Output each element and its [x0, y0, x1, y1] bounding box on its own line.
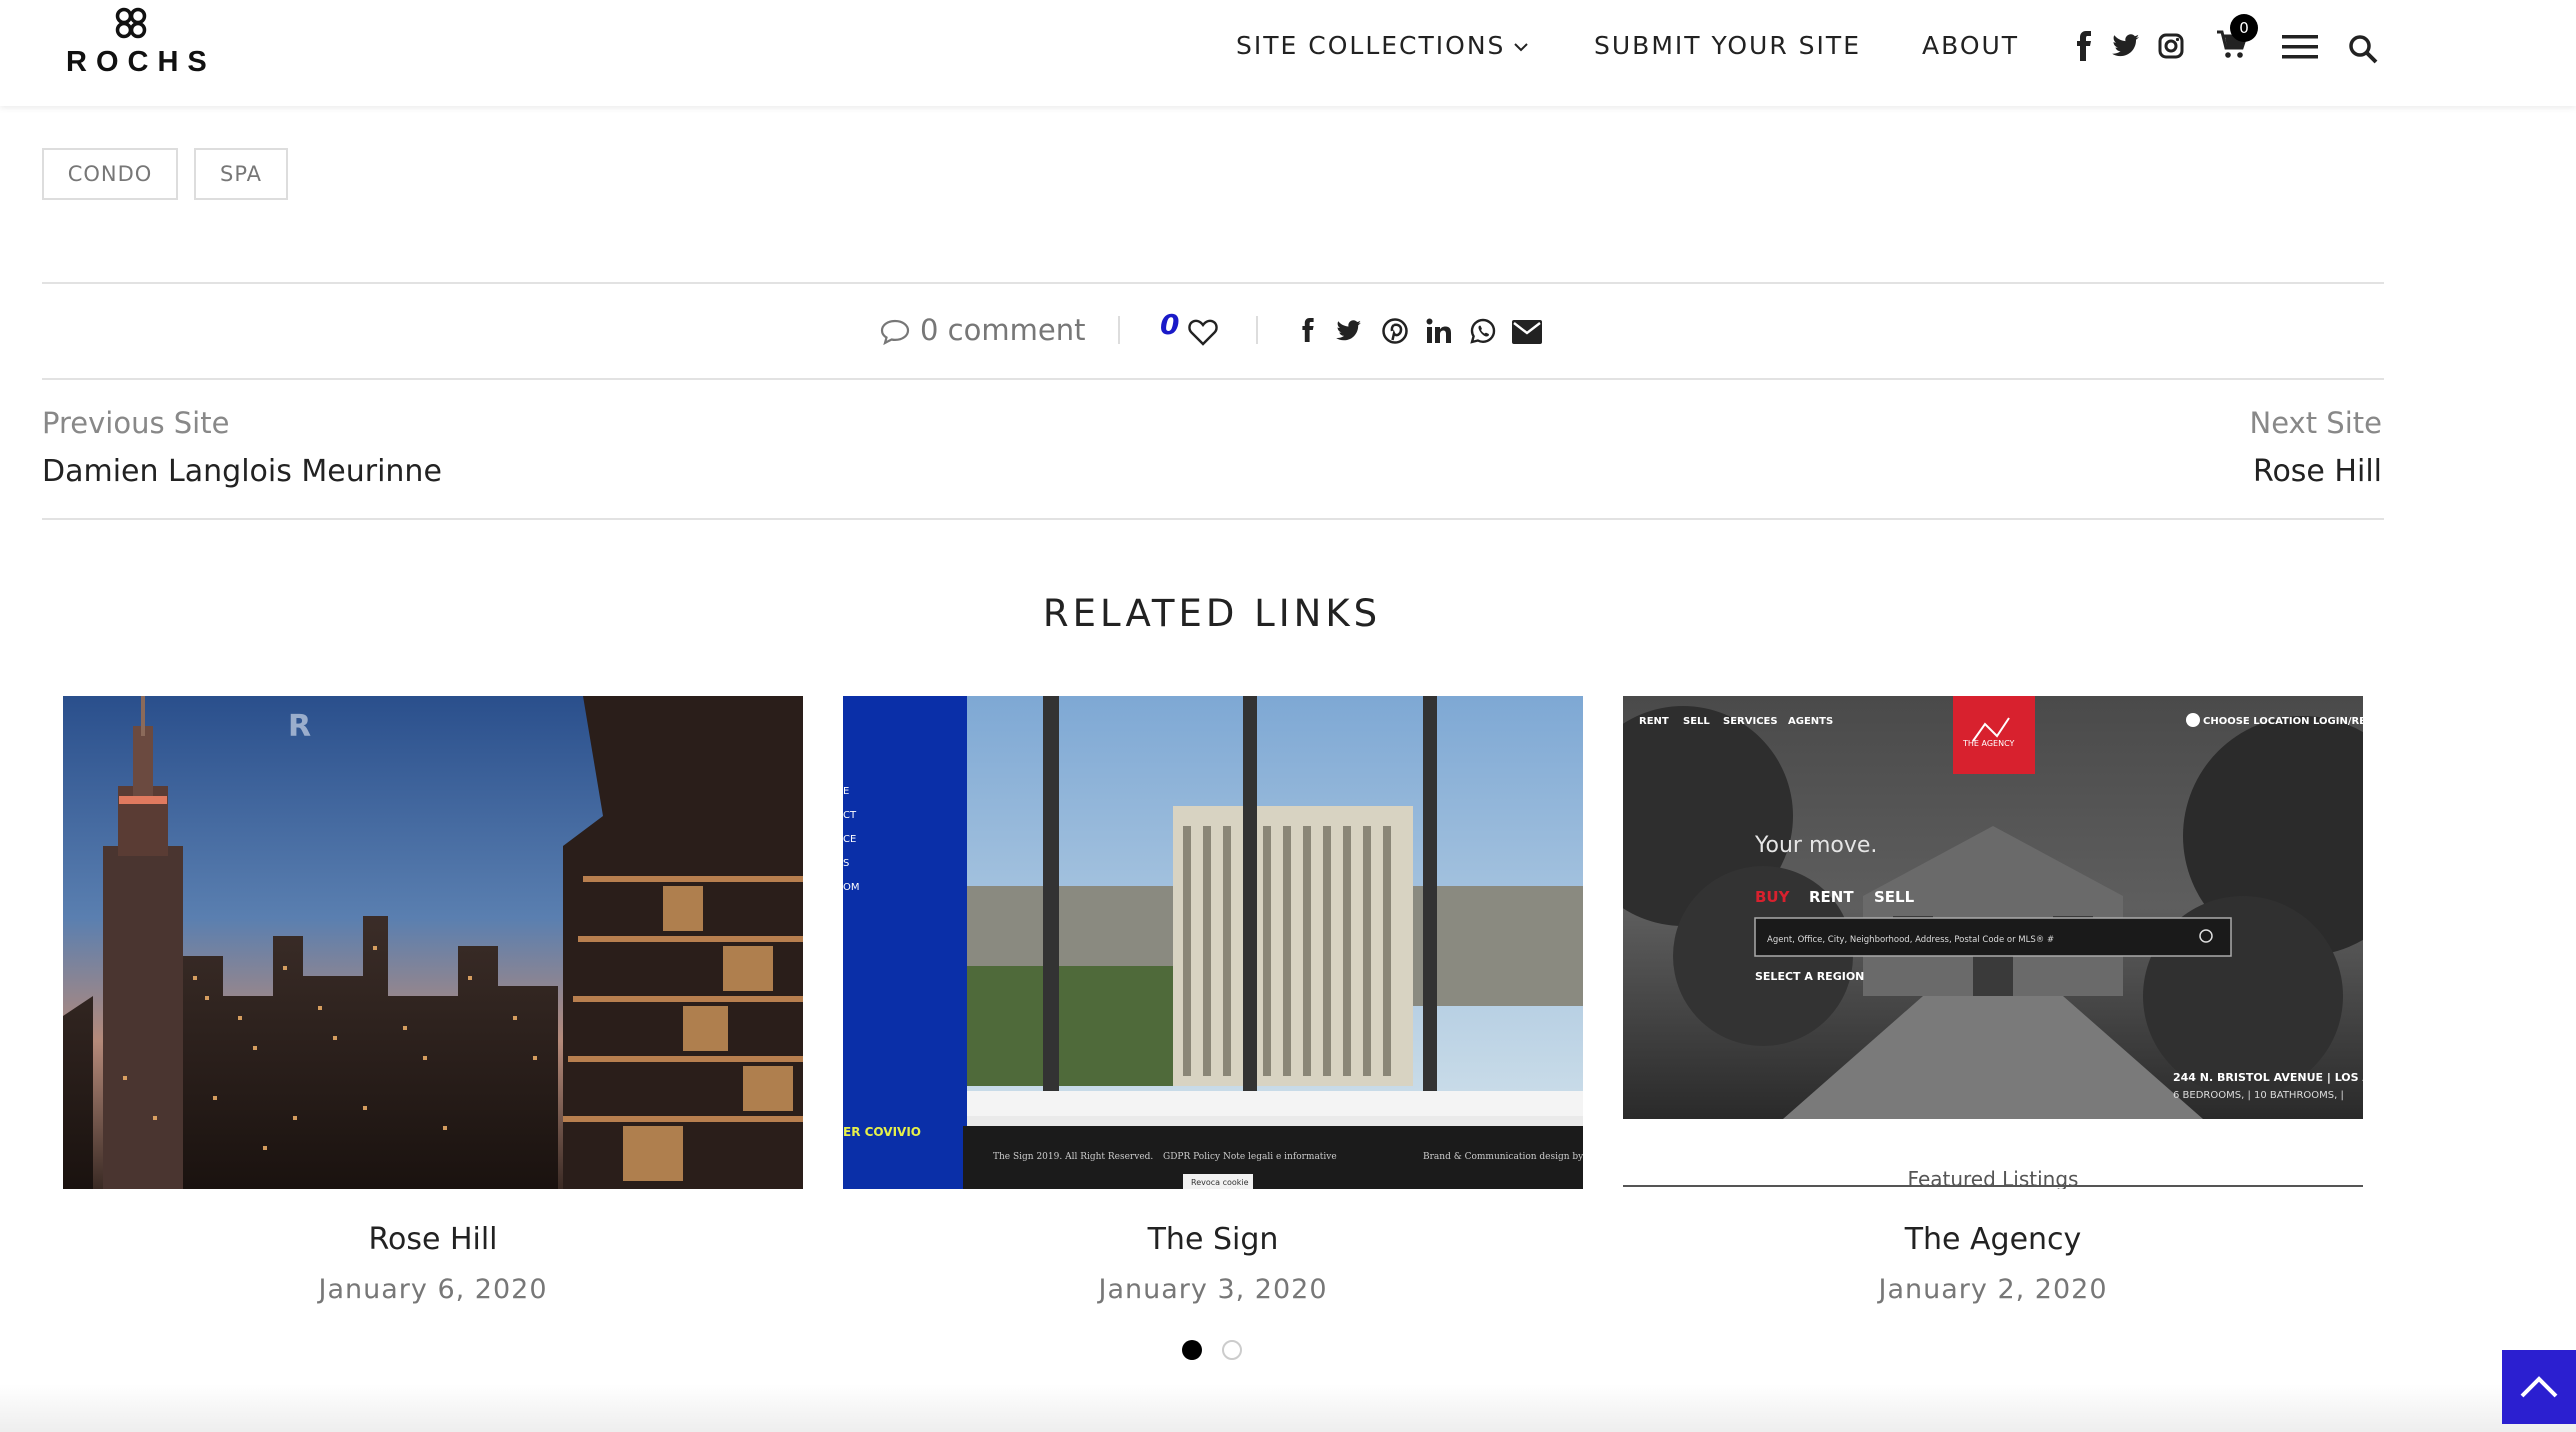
- nav-submit-your-site[interactable]: SUBMIT YOUR SITE: [1594, 28, 1861, 64]
- rose-hill-city-image: R: [63, 696, 803, 1189]
- share-twitter-icon[interactable]: [1336, 320, 1362, 342]
- site-logo[interactable]: ROCHS: [66, 4, 216, 78]
- agency-search-placeholder: Agent, Office, City, Neighborhood, Addre…: [1767, 935, 2054, 945]
- related-card-title-the-sign[interactable]: The Sign: [843, 1222, 1583, 1257]
- related-card-date-rose-hill: January 6, 2020: [318, 1274, 548, 1305]
- agency-nav-services: SERVICES: [1723, 716, 1778, 727]
- agency-choose-location: CHOOSE LOCATION: [2203, 716, 2309, 727]
- tag-condo[interactable]: CONDO: [42, 148, 178, 200]
- cart-count-badge: 0: [2230, 14, 2258, 42]
- facebook-icon[interactable]: [2074, 30, 2094, 62]
- agency-nav-rent: RENT: [1639, 716, 1669, 727]
- chevron-down-icon: [1514, 43, 1529, 52]
- the-sign-footer-credit: Brand & Communication design by FullW: [1423, 1152, 1583, 1162]
- agency-tab-sell: SELL: [1874, 888, 1915, 906]
- meta-separator: [1118, 316, 1120, 344]
- the-sign-footer-links: GDPR Policy Note legali e informative: [1163, 1152, 1337, 1162]
- nav-about[interactable]: ABOUT: [1922, 28, 2019, 64]
- twitter-icon[interactable]: [2112, 34, 2140, 58]
- agency-nav-sell: SELL: [1683, 716, 1710, 727]
- share-pinterest-icon[interactable]: [1382, 318, 1408, 344]
- logo-mark-icon: [115, 7, 147, 39]
- meta-separator: [1256, 316, 1258, 344]
- the-agency-website-image: RENT SELL SERVICES AGENTS CHOOSE LOCATIO…: [1623, 696, 2363, 1189]
- the-sign-menu-item: CE: [843, 834, 856, 845]
- related-card-image-the-agency[interactable]: RENT SELL SERVICES AGENTS CHOOSE LOCATIO…: [1623, 696, 2363, 1189]
- instagram-icon[interactable]: [2158, 33, 2184, 59]
- agency-select-region: SELECT A REGION: [1755, 970, 1864, 983]
- share-email-icon[interactable]: [1512, 320, 1542, 344]
- related-card-image-rose-hill[interactable]: R: [63, 696, 803, 1189]
- share-facebook-icon[interactable]: [1300, 316, 1316, 344]
- site-header: ROCHS SITE COLLECTIONS SUBMIT YOUR SITE …: [0, 0, 2576, 106]
- rose-hill-image-logo: R: [288, 709, 311, 744]
- share-linkedin-icon[interactable]: [1426, 318, 1452, 344]
- agency-listing-address: 244 N. BRISTOL AVENUE | LOS ANGEL: [2173, 1071, 2363, 1084]
- heart-icon[interactable]: [1188, 318, 1218, 346]
- previous-site-link[interactable]: Damien Langlois Meurinne: [42, 452, 442, 492]
- page-bottom-fade: [0, 1384, 2576, 1432]
- the-sign-website-image: E CT CE S OM ER COVIVIO The Sign 2019. A…: [843, 696, 1583, 1189]
- comment-icon: [880, 319, 910, 346]
- related-links-heading: RELATED LINKS: [1042, 592, 1382, 635]
- related-card-date-the-sign: January 3, 2020: [1098, 1274, 1328, 1305]
- agency-logo-text: THE AGENCY: [1962, 739, 2015, 748]
- agency-login: LOGIN/REG: [2313, 716, 2363, 727]
- carousel-dot-2[interactable]: [1222, 1340, 1242, 1360]
- hamburger-menu-icon[interactable]: [2282, 34, 2318, 60]
- nav-site-collections[interactable]: SITE COLLECTIONS: [1236, 28, 1529, 64]
- related-card-title-the-agency[interactable]: The Agency: [1623, 1222, 2363, 1257]
- like-count: 0: [1160, 308, 1180, 341]
- divider: [42, 282, 2384, 284]
- previous-site-label: Previous Site: [42, 406, 230, 440]
- search-icon[interactable]: [2348, 34, 2378, 64]
- the-sign-menu-item: S: [843, 858, 849, 869]
- the-sign-menu-item: E: [843, 786, 849, 797]
- the-sign-cookie-button: Revoca cookie: [1191, 1178, 1249, 1187]
- related-card-image-the-sign[interactable]: E CT CE S OM ER COVIVIO The Sign 2019. A…: [843, 696, 1583, 1189]
- agency-tab-buy: BUY: [1755, 888, 1791, 906]
- agency-headline: Your move.: [1754, 833, 1877, 858]
- divider: [42, 518, 2384, 520]
- agency-tab-rent: RENT: [1809, 888, 1854, 906]
- comment-count[interactable]: 0 comment: [920, 310, 1085, 350]
- the-sign-image-brand: ER COVIVIO: [843, 1125, 921, 1139]
- related-card-title-rose-hill[interactable]: Rose Hill: [63, 1222, 803, 1257]
- tag-spa[interactable]: SPA: [194, 148, 288, 200]
- the-sign-menu-item: CT: [843, 810, 857, 821]
- related-card-date-the-agency: January 2, 2020: [1878, 1274, 2108, 1305]
- next-site-link[interactable]: Rose Hill: [2253, 452, 2382, 492]
- the-sign-menu-item: OM: [843, 882, 860, 893]
- nav-site-collections-label: SITE COLLECTIONS: [1236, 31, 1506, 60]
- logo-text: ROCHS: [66, 46, 216, 78]
- back-to-top-button[interactable]: [2502, 1350, 2576, 1424]
- share-whatsapp-icon[interactable]: [1470, 318, 1496, 344]
- agency-listing-specs: 6 BEDROOMS, | 10 BATHROOMS, |: [2173, 1090, 2344, 1101]
- chevron-up-icon: [2520, 1376, 2558, 1398]
- divider: [42, 378, 2384, 380]
- carousel-dot-1[interactable]: [1182, 1340, 1202, 1360]
- next-site-label: Next Site: [2249, 406, 2382, 440]
- agency-nav-agents: AGENTS: [1788, 716, 1833, 727]
- the-sign-footer-copyright: The Sign 2019. All Right Reserved.: [993, 1152, 1153, 1162]
